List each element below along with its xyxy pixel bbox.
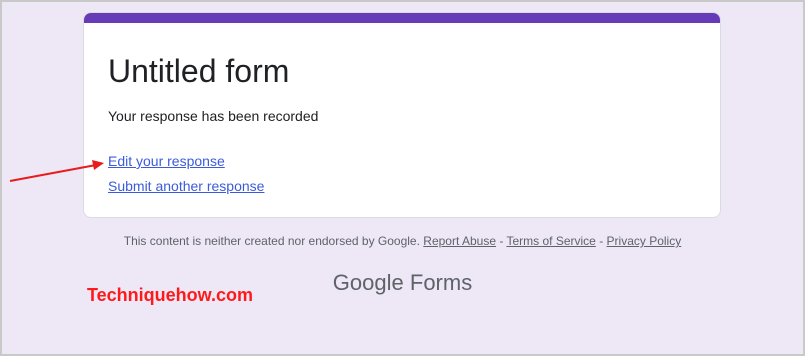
red-arrow-icon: [9, 160, 104, 182]
